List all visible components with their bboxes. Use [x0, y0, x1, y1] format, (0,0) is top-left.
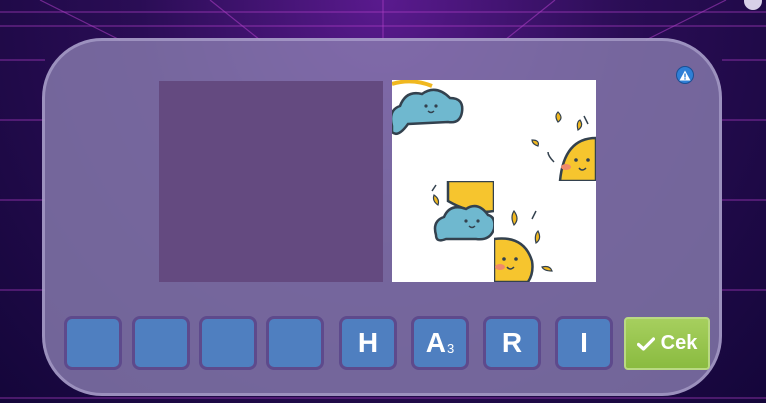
slot-letter: I	[580, 327, 588, 358]
picture-puzzle	[392, 80, 596, 282]
puzzle-tile-3[interactable]	[392, 181, 494, 282]
check-button[interactable]: Cek	[624, 317, 710, 370]
slot-subscript: 3	[447, 340, 455, 356]
slot-letter: R	[501, 327, 523, 358]
puzzle-tile-2[interactable]	[494, 80, 596, 181]
puzzle-tile-4[interactable]	[494, 181, 596, 282]
report-button[interactable]	[676, 66, 694, 84]
letter-tile-h[interactable]: H	[339, 316, 397, 370]
puzzle-tile-1[interactable]	[392, 80, 494, 181]
letter-slot-2[interactable]	[132, 316, 190, 370]
letter-tile-a[interactable]: A3	[411, 316, 469, 370]
picture-drop-area[interactable]	[159, 81, 383, 282]
letter-slot-3[interactable]	[199, 316, 257, 370]
letter-tile-r[interactable]: R	[483, 316, 541, 370]
slot-letter: A	[425, 327, 446, 358]
check-button-label: Cek	[660, 332, 698, 354]
letter-slot-1[interactable]	[64, 316, 122, 370]
checkmark-icon	[636, 336, 655, 351]
letter-slot-4[interactable]	[266, 316, 324, 370]
letter-tile-i[interactable]: I	[555, 316, 613, 370]
slot-letter: H	[357, 327, 379, 358]
warning-icon	[679, 70, 691, 80]
